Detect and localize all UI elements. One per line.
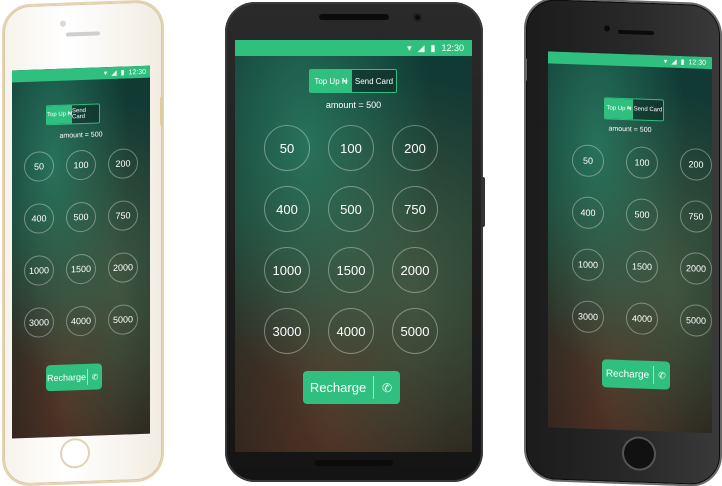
amount-button[interactable]: 50 <box>572 144 604 178</box>
amount-button[interactable]: 500 <box>66 201 96 233</box>
amount-button[interactable]: 750 <box>108 200 138 232</box>
amount-button[interactable]: 1000 <box>572 248 604 282</box>
amount-button[interactable]: 100 <box>626 146 658 180</box>
amount-button[interactable]: 100 <box>66 149 96 181</box>
amount-label: amount = 500 <box>59 131 103 140</box>
tab-send-card[interactable]: Send Card <box>72 104 99 124</box>
tab-send-card[interactable]: Send Card <box>352 70 396 92</box>
amount-button[interactable]: 3000 <box>24 307 54 339</box>
amount-button[interactable]: 100 <box>328 125 374 171</box>
amount-button[interactable]: 3000 <box>264 308 310 354</box>
recharge-button[interactable]: Recharge ✆ <box>46 363 102 392</box>
app-screen: ▾ ◢ ▮ 12:30 Top Up ₦ Send Card amount = … <box>548 51 712 434</box>
app-screen: ▾ ◢ ▮ 12:30 Top Up ₦ Send Card amount = … <box>235 40 472 452</box>
amount-grid: 50 100 200 400 500 750 1000 1500 2000 30… <box>572 144 712 338</box>
amount-label: amount = 500 <box>608 125 652 134</box>
signal-icon: ◢ <box>671 58 677 66</box>
amount-button[interactable]: 50 <box>24 151 54 183</box>
recharge-button[interactable]: Recharge ✆ <box>602 359 670 390</box>
amount-button[interactable]: 1000 <box>264 247 310 293</box>
amount-button[interactable]: 1000 <box>24 255 54 287</box>
status-time: 12:30 <box>128 68 146 76</box>
status-time: 12:30 <box>441 43 464 53</box>
wifi-icon: ▾ <box>103 70 108 78</box>
amount-button[interactable]: 1500 <box>66 253 96 285</box>
amount-button[interactable]: 500 <box>626 198 658 232</box>
amount-button[interactable]: 400 <box>264 186 310 232</box>
recharge-label: Recharge <box>309 380 367 395</box>
recharge-button[interactable]: Recharge ✆ <box>303 371 400 404</box>
amount-button[interactable]: 750 <box>680 199 712 234</box>
battery-icon: ▮ <box>680 59 685 67</box>
amount-button[interactable]: 400 <box>24 203 54 235</box>
wifi-icon: ▾ <box>407 42 412 53</box>
side-button <box>524 58 527 81</box>
iphone-gold-device: ▾ ◢ ▮ 12:30 Top Up ₦ Send Card amount = … <box>4 1 163 485</box>
amount-button[interactable]: 400 <box>572 196 604 230</box>
status-bar: ▾ ◢ ▮ 12:30 <box>235 40 472 56</box>
android-device: ▾ ◢ ▮ 12:30 Top Up ₦ Send Card amount = … <box>225 2 485 482</box>
amount-button[interactable]: 5000 <box>392 308 438 354</box>
app-screen: ▾ ◢ ▮ 12:30 Top Up ₦ Send Card amount = … <box>12 65 150 439</box>
camera <box>604 25 610 32</box>
tab-top-up[interactable]: Top Up ₦ <box>47 105 72 125</box>
amount-button[interactable]: 200 <box>108 148 138 180</box>
speaker <box>315 460 393 466</box>
amount-grid: 50 100 200 400 500 750 1000 1500 2000 30… <box>264 125 438 354</box>
amount-button[interactable]: 50 <box>264 125 310 171</box>
amount-button[interactable]: 500 <box>328 186 374 232</box>
battery-icon: ▮ <box>120 69 125 77</box>
amount-button[interactable]: 5000 <box>680 303 712 338</box>
amount-button[interactable]: 2000 <box>392 247 438 293</box>
amount-button[interactable]: 1500 <box>626 250 658 284</box>
signal-icon: ◢ <box>417 42 425 53</box>
phone-icon: ✆ <box>381 380 393 395</box>
side-button <box>481 177 485 227</box>
camera <box>413 13 422 22</box>
tab-bar: Top Up ₦ Send Card <box>309 69 397 93</box>
battery-icon: ▮ <box>430 42 436 53</box>
amount-button[interactable]: 3000 <box>572 300 604 334</box>
recharge-label: Recharge <box>46 371 87 384</box>
tab-send-card[interactable]: Send Card <box>633 99 663 121</box>
side-button <box>160 97 163 126</box>
amount-button[interactable]: 2000 <box>680 251 712 286</box>
tab-top-up[interactable]: Top Up ₦ <box>605 98 633 120</box>
phone-icon: ✆ <box>91 371 99 382</box>
amount-button[interactable]: 4000 <box>328 308 374 354</box>
wifi-icon: ▾ <box>663 58 668 66</box>
status-time: 12:30 <box>688 58 706 67</box>
tab-bar: Top Up ₦ Send Card <box>46 103 100 126</box>
iphone-gray-device: ▾ ◢ ▮ 12:30 Top Up ₦ Send Card amount = … <box>524 0 720 486</box>
speaker <box>319 14 389 20</box>
tab-top-up[interactable]: Top Up ₦ <box>310 70 352 92</box>
amount-button[interactable]: 1500 <box>328 247 374 293</box>
amount-grid: 50 100 200 400 500 750 1000 1500 2000 30… <box>24 148 138 339</box>
tab-bar: Top Up ₦ Send Card <box>604 97 664 122</box>
amount-button[interactable]: 4000 <box>66 305 96 337</box>
phone-icon: ✆ <box>658 369 666 380</box>
amount-button[interactable]: 200 <box>680 147 712 182</box>
amount-button[interactable]: 200 <box>392 125 438 171</box>
amount-button[interactable]: 5000 <box>108 304 138 336</box>
recharge-label: Recharge <box>605 367 650 381</box>
signal-icon: ◢ <box>111 69 117 78</box>
amount-button[interactable]: 4000 <box>626 302 658 336</box>
home-button[interactable] <box>624 438 654 470</box>
amount-button[interactable]: 2000 <box>108 252 138 284</box>
amount-button[interactable]: 750 <box>392 186 438 232</box>
amount-label: amount = 500 <box>325 100 382 110</box>
